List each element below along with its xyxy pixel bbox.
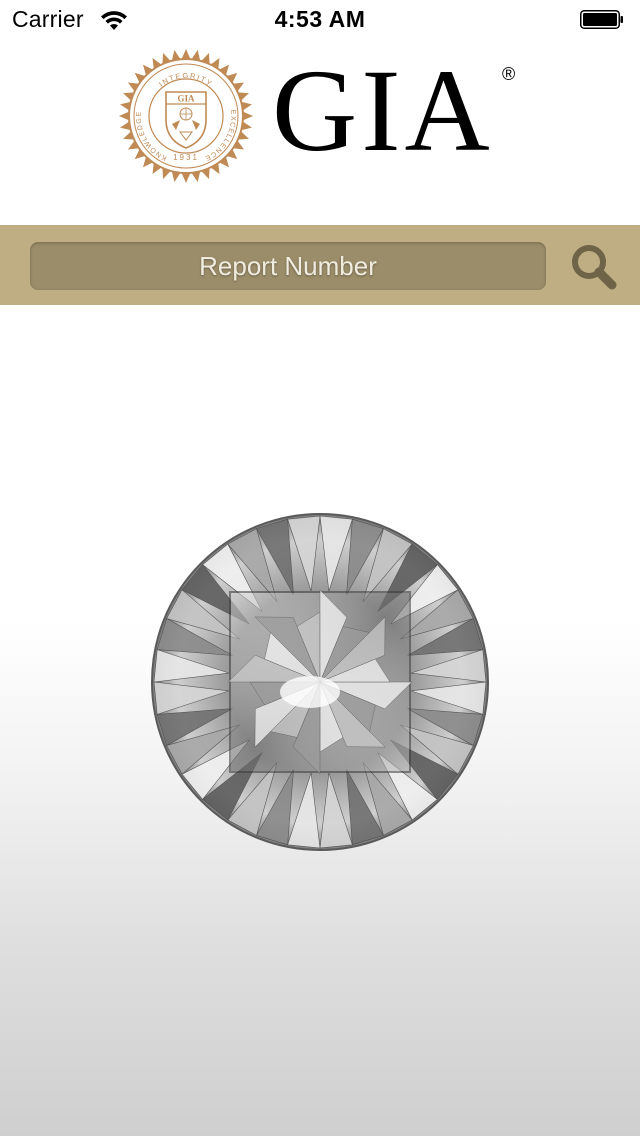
status-clock: 4:53 AM <box>274 6 366 32</box>
search-button[interactable] <box>562 239 622 293</box>
registered-mark: ® <box>502 64 516 84</box>
status-bar: Carrier 4:53 AM <box>0 0 640 40</box>
diamond-icon <box>151 513 489 851</box>
gia-wordmark: GIA <box>272 45 494 176</box>
search-bar: Report Number <box>0 225 640 305</box>
gia-seal-logo: INTEGRITY KNOWLEDGE EXCELLENCE GIA 1931 <box>119 49 253 183</box>
search-icon <box>572 245 617 290</box>
report-number-placeholder: Report Number <box>199 251 377 281</box>
report-number-input[interactable]: Report Number <box>30 242 546 290</box>
seal-year: 1931 <box>173 153 199 162</box>
header: INTEGRITY KNOWLEDGE EXCELLENCE GIA 1931 … <box>0 40 640 225</box>
battery-icon <box>580 10 623 29</box>
seal-shield-text: GIA <box>177 94 195 104</box>
